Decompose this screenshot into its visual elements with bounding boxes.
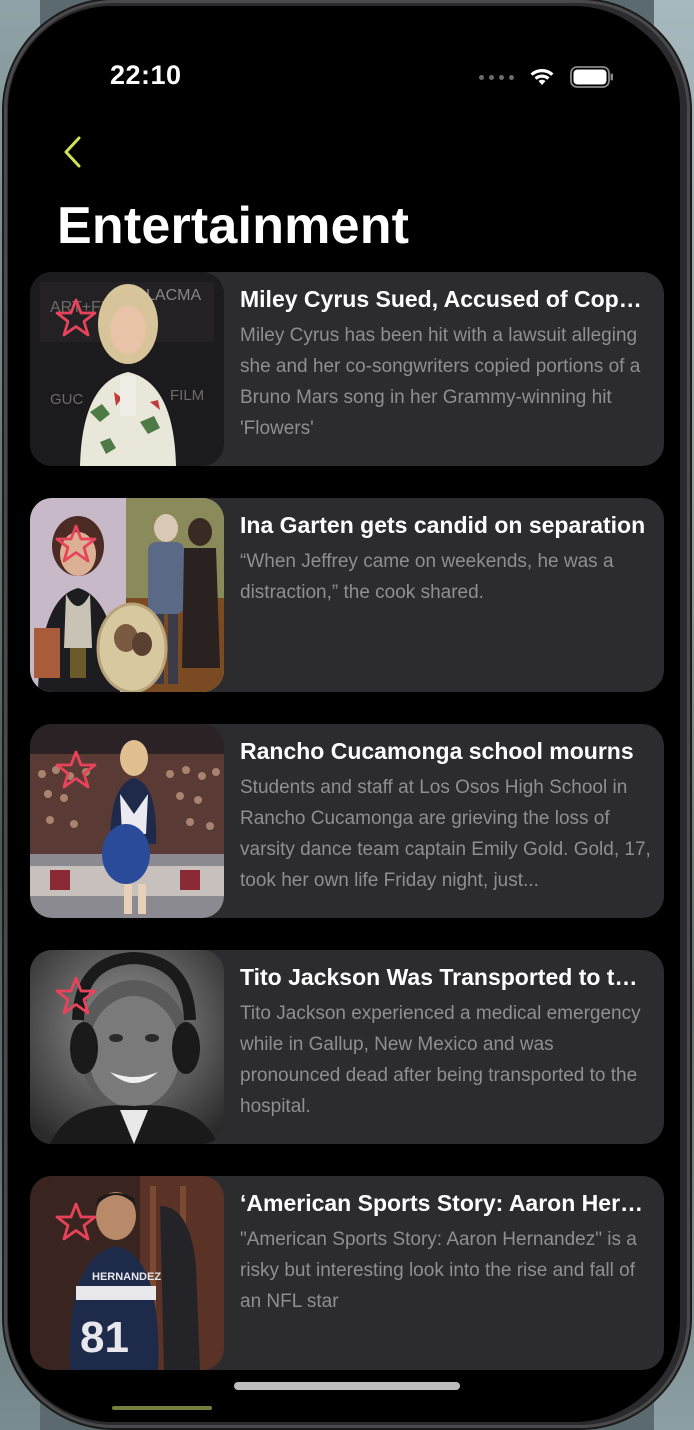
battery-icon (570, 66, 613, 88)
favorite-star-icon[interactable] (54, 974, 98, 1018)
svg-text:LACMA: LACMA (146, 287, 201, 304)
status-time: 22:10 (110, 60, 182, 90)
svg-text:FILM: FILM (170, 387, 204, 404)
article-list[interactable]: ART+FILM LACMA GUC FILM Miley Cyrus Sued… (30, 272, 664, 1402)
back-button[interactable] (52, 130, 92, 174)
favorite-star-icon[interactable] (54, 522, 98, 566)
svg-text:HERNANDEZ: HERNANDEZ (92, 1271, 161, 1283)
article-title: Tito Jackson Was Transported to the Hosp… (240, 964, 650, 990)
page-title: Entertainment (57, 197, 410, 255)
article-card[interactable]: Tito Jackson Was Transported to the Hosp… (30, 950, 664, 1144)
tab-bar-hint (112, 1406, 212, 1410)
article-description: “When Jeffrey came on weekends, he was a… (240, 551, 614, 603)
article-title: Ina Garten gets candid on separation (240, 512, 646, 538)
chevron-left-icon (64, 136, 81, 168)
signal-dots-icon (479, 74, 514, 80)
favorite-star-icon[interactable] (54, 296, 98, 340)
favorite-star-icon[interactable] (54, 1200, 98, 1244)
article-description: Tito Jackson experienced a medical emerg… (240, 1003, 641, 1117)
article-title: Miley Cyrus Sued, Accused of Copying Bru… (240, 286, 650, 312)
article-card[interactable]: 81 HERNANDEZ ‘American Sports Story: Aar… (30, 1176, 664, 1370)
status-icons (479, 66, 614, 88)
home-indicator[interactable] (234, 1382, 460, 1390)
article-card[interactable]: Ina Garten gets candid on separation “Wh… (30, 498, 664, 692)
favorite-star-icon[interactable] (54, 748, 98, 792)
svg-text:GUC: GUC (50, 391, 84, 408)
article-description: Miley Cyrus has been hit with a lawsuit … (240, 325, 641, 439)
article-card[interactable]: ART+FILM LACMA GUC FILM Miley Cyrus Sued… (30, 272, 664, 466)
article-card[interactable]: Rancho Cucamonga school mourns Students … (30, 724, 664, 918)
svg-text:81: 81 (80, 1313, 129, 1362)
app-screen: 22:10 Entertainment ART+FILM LACMA GUC F… (14, 12, 680, 1416)
article-title: Rancho Cucamonga school mourns (240, 738, 634, 764)
article-title: ‘American Sports Story: Aaron Hernandez’ (240, 1190, 650, 1216)
article-description: Students and staff at Los Osos High Scho… (240, 777, 651, 891)
wifi-icon (530, 69, 554, 85)
article-description: "American Sports Story: Aaron Hernandez"… (240, 1229, 637, 1312)
